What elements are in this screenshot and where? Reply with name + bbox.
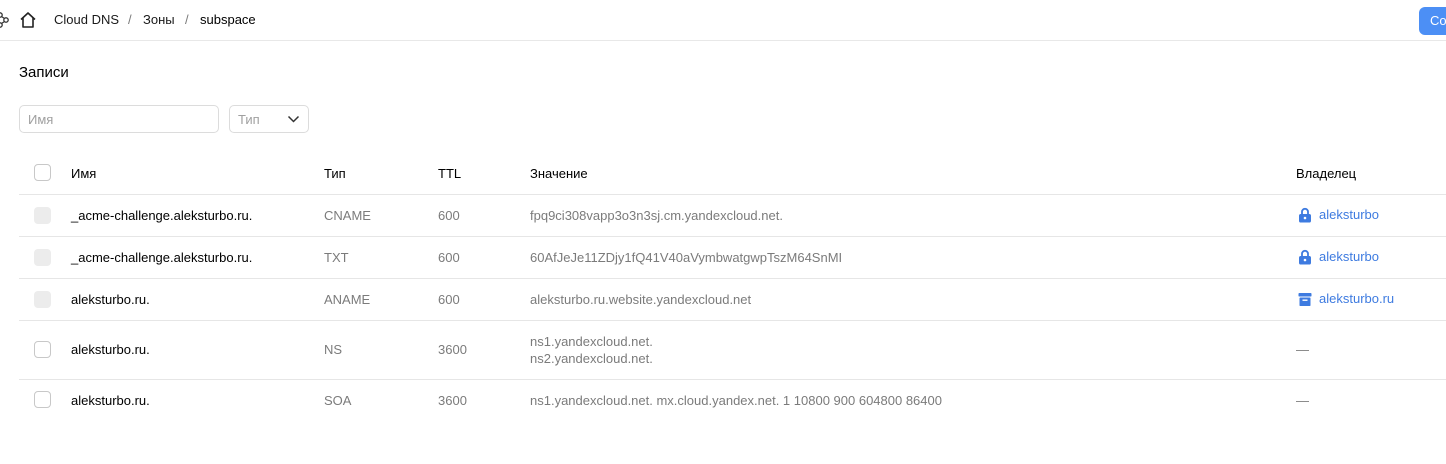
bucket-icon — [1298, 293, 1312, 306]
table-row[interactable]: aleksturbo.ru. NS 3600 ns1.yandexcloud.n… — [19, 321, 1446, 380]
record-type: SOA — [324, 393, 352, 408]
owner-empty: — — [1296, 393, 1309, 408]
record-type: ANAME — [324, 292, 371, 307]
column-header-name: Имя — [71, 166, 97, 181]
record-ttl: 3600 — [438, 393, 467, 408]
top-bar: Cloud DNS / Зоны / subspace Со — [0, 0, 1446, 41]
column-header-owner: Владелец — [1296, 166, 1357, 181]
record-value: ns1.yandexcloud.net. ns2.yandexcloud.net… — [530, 333, 653, 367]
type-filter-placeholder: Тип — [238, 112, 260, 127]
record-value-line: ns2.yandexcloud.net. — [530, 351, 653, 366]
name-filter-input[interactable] — [19, 105, 219, 133]
row-checkbox — [34, 249, 51, 266]
owner-name: aleksturbo — [1319, 207, 1379, 222]
type-filter-select[interactable]: Тип — [229, 105, 309, 133]
row-checkbox — [34, 291, 51, 308]
select-all-checkbox[interactable] — [34, 164, 51, 181]
section-title: Записи — [19, 64, 69, 81]
record-value: fpq9ci308vapp3o3n3sj.cm.yandexcloud.net. — [530, 208, 783, 223]
record-ttl: 600 — [438, 292, 460, 307]
nodes-icon[interactable] — [0, 12, 10, 28]
record-type: CNAME — [324, 208, 371, 223]
table-row[interactable]: _acme-challenge.aleksturbo.ru. CNAME 600… — [19, 195, 1446, 237]
chevron-down-icon — [287, 115, 300, 123]
owner-name: aleksturbo.ru — [1319, 291, 1395, 306]
record-type: NS — [324, 342, 343, 357]
breadcrumb-separator: / — [185, 12, 189, 27]
record-ttl: 3600 — [438, 342, 467, 357]
record-name: _acme-challenge.aleksturbo.ru. — [71, 208, 253, 223]
record-name: aleksturbo.ru. — [71, 393, 150, 408]
column-header-value: Значение — [530, 166, 588, 181]
record-name: aleksturbo.ru. — [71, 292, 150, 307]
lock-icon — [1299, 207, 1311, 223]
record-value: aleksturbo.ru.website.yandexcloud.net — [530, 292, 752, 307]
record-ttl: 600 — [438, 208, 460, 223]
record-value: ns1.yandexcloud.net. mx.cloud.yandex.net… — [530, 393, 942, 408]
record-value-line: ns1.yandexcloud.net. — [530, 334, 653, 349]
column-header-type: Тип — [324, 166, 346, 181]
breadcrumb-current-zone: subspace — [200, 12, 256, 27]
record-value: 60AfJeJe11ZDjy1fQ41V40aVymbwatgwpTszM64S… — [530, 250, 843, 265]
record-ttl: 600 — [438, 250, 460, 265]
lock-icon — [1299, 249, 1311, 265]
table-row[interactable]: _acme-challenge.aleksturbo.ru. TXT 600 6… — [19, 237, 1446, 279]
table-row[interactable]: aleksturbo.ru. SOA 3600 ns1.yandexcloud.… — [19, 380, 1446, 422]
home-icon[interactable] — [19, 11, 37, 29]
column-header-ttl: TTL — [438, 166, 462, 181]
table-row[interactable]: aleksturbo.ru. ANAME 600 aleksturbo.ru.w… — [19, 279, 1446, 321]
record-name: _acme-challenge.aleksturbo.ru. — [71, 250, 253, 265]
row-checkbox[interactable] — [34, 391, 51, 408]
row-checkbox[interactable] — [34, 341, 51, 358]
row-checkbox — [34, 207, 51, 224]
record-type: TXT — [324, 250, 349, 265]
record-name: aleksturbo.ru. — [71, 342, 150, 357]
breadcrumb-zones[interactable]: Зоны — [143, 12, 175, 27]
create-button[interactable]: Со — [1419, 7, 1446, 35]
breadcrumb-cloud-dns[interactable]: Cloud DNS — [54, 12, 119, 27]
table-header: Имя Тип TTL Значение Владелец — [19, 152, 1446, 195]
breadcrumb-separator: / — [128, 12, 132, 27]
owner-empty: — — [1296, 342, 1309, 357]
owner-name: aleksturbo — [1319, 249, 1379, 264]
